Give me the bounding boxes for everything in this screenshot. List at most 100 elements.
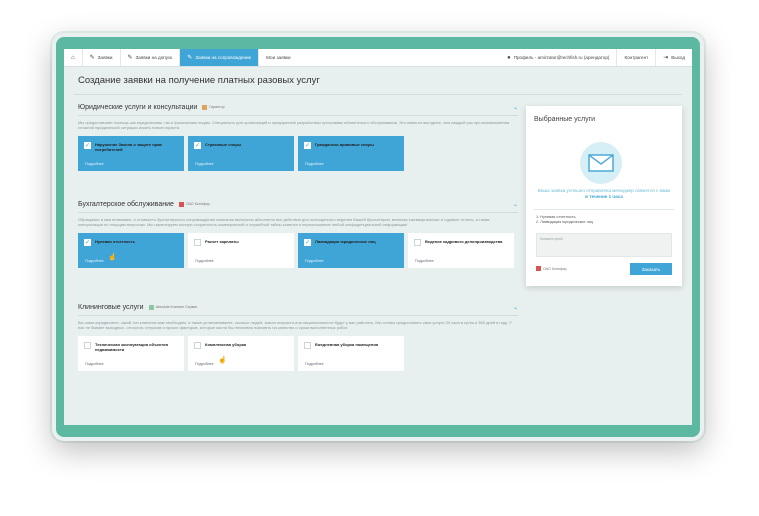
provider[interactable]: Гарантор [202, 104, 225, 110]
service-cards: ✓ Нарушение Закона о защите прав потребит… [78, 136, 518, 171]
section-title: Юридические услуги и консультации [78, 103, 198, 111]
service-name: Страховые споры [205, 142, 242, 147]
nav-label: Заявки [97, 55, 113, 60]
divider [78, 212, 518, 213]
success-message: Ваша заявка успешно отправлена менеджер … [536, 188, 672, 200]
nav-label: Заявки на допуск [135, 55, 173, 60]
more-link[interactable]: Подробнее [85, 162, 104, 166]
section-title: Клининговые услуги [78, 303, 144, 311]
service-name: Ежедневная уборка помещения [315, 342, 379, 347]
app-screen: ⌂ ✎ Заявки ✎ Заявки на допуск ✎ Заявки на с… [64, 49, 692, 425]
checkbox-checked[interactable]: ✓ [304, 142, 311, 149]
service-card[interactable]: Комплексная уборка Подробнее ☝ [188, 336, 294, 371]
home-icon: ⌂ [71, 54, 75, 61]
section-header[interactable]: Юридические услуги и консультации Гарант… [78, 101, 518, 113]
checkbox-unchecked[interactable] [304, 342, 311, 349]
panel-provider: ОАО Коннфэр [536, 266, 567, 271]
service-name: Нулевая отчетность [95, 239, 136, 244]
cursor-icon: ☝ [108, 254, 117, 261]
provider-logo [202, 104, 208, 110]
checkbox-checked[interactable]: ✓ [304, 239, 311, 246]
nav-support-requests[interactable]: ✎ Заявки на сопровождение [180, 49, 260, 66]
section-legal: Юридические услуги и консультации Гарант… [78, 101, 518, 171]
service-name: Комплексная уборка [205, 342, 246, 347]
service-card[interactable]: ✓ Нулевая отчетность Подробнее ☝ [78, 233, 184, 268]
edit-icon: ✎ [187, 54, 193, 61]
user-icon: ● [507, 54, 511, 61]
more-link[interactable]: Подробнее [415, 259, 434, 263]
service-name: Техническая эксплуатация объектов недвиж… [95, 342, 168, 352]
checkbox-unchecked[interactable] [194, 342, 201, 349]
nav-requests[interactable]: ✎ Заявки [83, 49, 121, 66]
success-text: Ваша заявка успешно отправлена менеджер … [537, 188, 671, 193]
order-button[interactable]: Заказать [630, 263, 672, 275]
service-name: Расчет зарплаты [205, 239, 239, 244]
top-nav: ⌂ ✎ Заявки ✎ Заявки на допуск ✎ Заявки на с… [64, 49, 692, 67]
divider [78, 315, 518, 316]
nav-profile[interactable]: ● Профиль - amirzator@techfish.ru (аренда… [500, 49, 618, 66]
nav-logout-label: Выход [671, 55, 685, 60]
nav-logout[interactable]: ⇥ Выход [656, 49, 692, 66]
section-description: Мы предоставляет помощь как юридическим,… [78, 120, 510, 130]
provider-name: ОАО Коннфэр [543, 266, 567, 271]
success-time: в течение 1 часа [585, 194, 623, 199]
selected-services-panel: Выбранные услуги Ваша заявка успешно отп… [526, 106, 682, 286]
more-link[interactable]: Подробнее [85, 362, 104, 366]
service-card[interactable]: ✓ Ликвидация юридических лиц Подробнее [298, 233, 404, 268]
more-link[interactable]: Подробнее [305, 259, 324, 263]
provider-logo [148, 304, 154, 310]
nav-home[interactable]: ⌂ [64, 49, 83, 66]
service-name: Гражданско-правовые споры [315, 142, 374, 147]
provider-name: Гарантор [209, 105, 225, 109]
more-link[interactable]: Подробнее [305, 162, 324, 166]
section-header[interactable]: Клининговые услуги Absolute Клининг Серв… [78, 301, 518, 313]
nav-profile-label: Профиль - amirzator@techfish.ru (арендат… [513, 55, 610, 60]
selected-list: 1. Нулевая отчетность 2. Ликвидация юрид… [536, 215, 593, 225]
more-link[interactable]: Подробнее [85, 259, 104, 263]
logout-icon: ⇥ [663, 54, 669, 61]
provider[interactable]: ОАО Коннфэр [178, 201, 210, 207]
section-header[interactable]: Бухгалтерское обслуживание ОАО Коннфэр ⌄ [78, 198, 518, 210]
panel-title: Выбранные услуги [534, 116, 596, 123]
edit-icon: ✎ [127, 54, 133, 61]
checkbox-unchecked[interactable] [194, 239, 201, 246]
provider-name: ОАО Коннфэр [185, 202, 210, 206]
service-card[interactable]: Техническая эксплуатация объектов недвиж… [78, 336, 184, 371]
section-cleaning: Клининговые услуги Absolute Клининг Серв… [78, 301, 518, 371]
service-card[interactable]: ✓ Гражданско-правовые споры Подробнее [298, 136, 404, 171]
list-item: 2. Ликвидация юридических лиц [536, 220, 594, 224]
checkbox-checked[interactable]: ✓ [194, 142, 201, 149]
service-card[interactable]: Ежедневная уборка помещения Подробнее [298, 336, 404, 371]
service-name: Ведение кадрового делопроизводства [425, 239, 503, 244]
service-card[interactable]: ✓ Страховые споры Подробнее [188, 136, 294, 171]
service-cards: Техническая эксплуатация объектов недвиж… [78, 336, 518, 371]
checkbox-checked[interactable]: ✓ [84, 142, 91, 149]
chevron-down-icon[interactable]: ⌄ [513, 304, 518, 311]
nav-my-requests[interactable]: Мои заявки [259, 49, 297, 66]
service-card[interactable]: Ведение кадрового делопроизводства Подроб… [408, 233, 514, 268]
service-card[interactable]: ✓ Нарушение Закона о защите прав потребит… [78, 136, 184, 171]
nav-label: Мои заявки [266, 55, 291, 60]
provider-logo [536, 266, 541, 271]
service-card[interactable]: Расчет зарплаты Подробнее [188, 233, 294, 268]
chevron-down-icon[interactable]: ⌄ [513, 104, 518, 111]
divider [78, 115, 518, 116]
nav-counterparty[interactable]: Контрагент [617, 49, 657, 66]
provider[interactable]: Absolute Клининг Сервис [148, 304, 197, 310]
section-accounting: Бухгалтерское обслуживание ОАО Коннфэр ⌄… [78, 198, 518, 268]
more-link[interactable]: Подробнее [305, 362, 324, 366]
checkbox-unchecked[interactable] [414, 239, 421, 246]
nav-access-requests[interactable]: ✎ Заявки на допуск [121, 49, 181, 66]
more-link[interactable]: Подробнее [195, 362, 214, 366]
more-link[interactable]: Подробнее [195, 162, 214, 166]
device-frame: ⌂ ✎ Заявки ✎ Заявки на допуск ✎ Заявки на с… [52, 33, 704, 441]
chevron-down-icon[interactable]: ⌄ [513, 201, 518, 208]
service-cards: ✓ Нулевая отчетность Подробнее ☝ Расчет зар… [78, 233, 518, 268]
section-description: Обращаясь в нам вниманию, и стоимость бу… [78, 217, 490, 227]
checkbox-unchecked[interactable] [84, 342, 91, 349]
cursor-icon: ☝ [218, 357, 227, 364]
more-link[interactable]: Подробнее [195, 259, 214, 263]
divider [74, 94, 682, 95]
comment-field[interactable]: Комментарий [536, 233, 672, 257]
checkbox-checked[interactable]: ✓ [84, 239, 91, 246]
